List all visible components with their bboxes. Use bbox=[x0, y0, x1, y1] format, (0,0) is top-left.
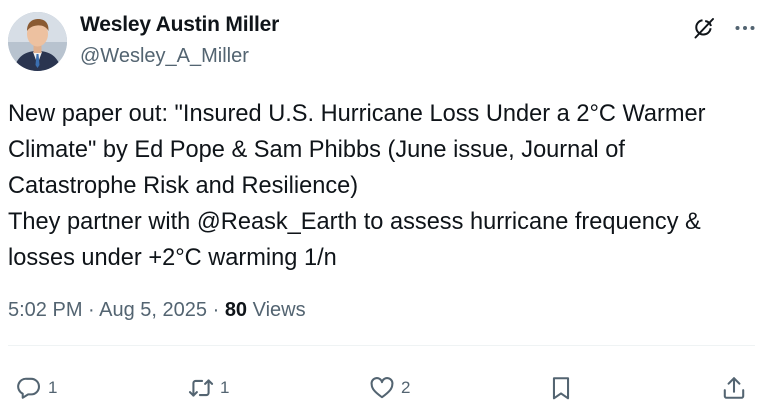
tweet-text-line: losses under +2°C warming 1/n bbox=[8, 245, 337, 271]
avatar-image bbox=[8, 12, 67, 71]
tweet-text: New paper out: "Insured U.S. Hurricane L… bbox=[8, 96, 758, 276]
reply-icon bbox=[17, 377, 40, 399]
heart-icon bbox=[370, 377, 394, 399]
reply-count: 1 bbox=[48, 378, 58, 397]
views-count: 80 bbox=[224, 299, 248, 321]
share-icon bbox=[723, 377, 745, 399]
views-label: Views bbox=[247, 299, 306, 321]
timestamp-date[interactable]: Aug 5, 2025 bbox=[99, 299, 207, 321]
tweet-card: Wesley Austin Miller @Wesley_A_Miller Ne… bbox=[0, 0, 763, 420]
user-handle[interactable]: @Wesley_A_Miller bbox=[80, 45, 249, 68]
tweet-text-line: Catastrophe Risk and Resilience) bbox=[8, 173, 359, 199]
tweet-text-line: Climate" by Ed Pope & Sam Phibbs (June i… bbox=[8, 137, 625, 163]
action-bar: 1 1 2 bbox=[0, 370, 763, 406]
grok-icon[interactable] bbox=[692, 16, 716, 40]
share-button[interactable] bbox=[721, 370, 747, 406]
tweet-text-line: to assess hurricane frequency & bbox=[357, 209, 701, 235]
like-count: 2 bbox=[401, 378, 411, 397]
bookmark-button[interactable] bbox=[548, 370, 574, 406]
bookmark-icon bbox=[552, 377, 570, 400]
display-name[interactable]: Wesley Austin Miller bbox=[80, 13, 279, 37]
avatar[interactable] bbox=[8, 12, 67, 71]
reply-button[interactable]: 1 bbox=[16, 370, 57, 406]
meta-separator: · bbox=[207, 299, 225, 321]
retweet-button[interactable]: 1 bbox=[188, 370, 229, 406]
like-button[interactable]: 2 bbox=[369, 370, 410, 406]
retweet-icon bbox=[188, 379, 214, 397]
mention-link[interactable]: @Reask_Earth bbox=[197, 209, 357, 235]
meta-separator: · bbox=[82, 299, 100, 321]
tweet-text-line: They partner with bbox=[8, 209, 197, 235]
retweet-count: 1 bbox=[220, 378, 230, 397]
tweet-text-line: New paper out: "Insured U.S. Hurricane L… bbox=[8, 101, 706, 127]
more-icon[interactable] bbox=[733, 16, 757, 40]
divider bbox=[8, 345, 755, 346]
timestamp-time[interactable]: 5:02 PM bbox=[8, 299, 82, 321]
tweet-meta: 5:02 PM · Aug 5, 2025 · 80 Views bbox=[8, 299, 306, 322]
